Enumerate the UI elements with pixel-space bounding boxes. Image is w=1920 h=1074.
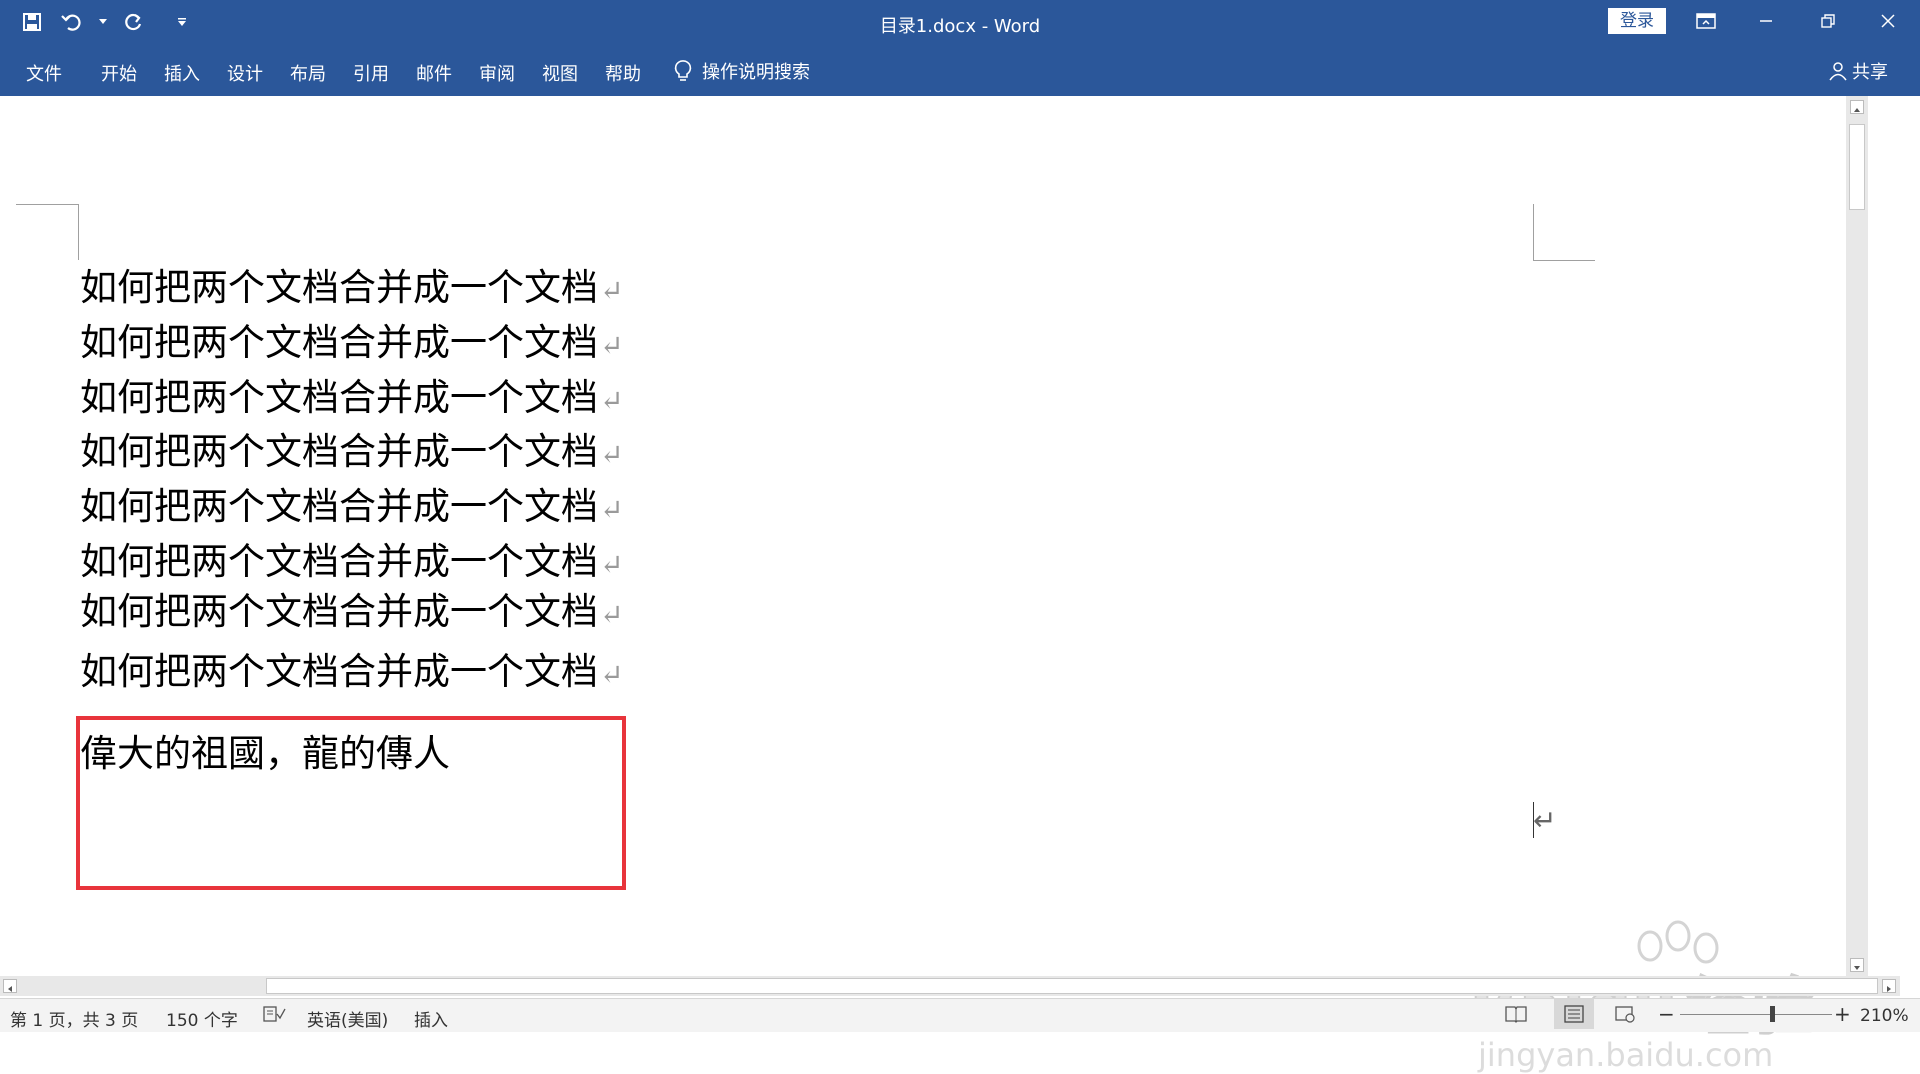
- vertical-scrollbar[interactable]: [1846, 96, 1868, 976]
- watermark-url: jingyan.baidu.com: [1478, 1036, 1774, 1074]
- paragraph-mark: ↵: [600, 493, 624, 526]
- document-line: 如何把两个文档合并成一个文档↵: [80, 540, 624, 583]
- title-bar: 目录1.docx - Word 登录: [0, 0, 1920, 46]
- read-mode-icon[interactable]: [1505, 1004, 1527, 1029]
- tab-design[interactable]: 设计: [227, 60, 263, 86]
- tab-insert[interactable]: 插入: [164, 60, 200, 86]
- minimize-icon[interactable]: [1736, 0, 1796, 42]
- word-count[interactable]: 150 个字: [166, 1006, 238, 1031]
- restore-icon[interactable]: [1798, 0, 1858, 42]
- tab-view[interactable]: 视图: [542, 60, 578, 86]
- proofing-icon[interactable]: [262, 1005, 286, 1028]
- tab-layout[interactable]: 布局: [290, 60, 326, 86]
- scroll-up-arrow[interactable]: [1850, 100, 1864, 114]
- document-line: 如何把两个文档合并成一个文档↵: [80, 650, 624, 693]
- paragraph-mark: ↵: [600, 548, 624, 581]
- share-button[interactable]: 共享: [1828, 58, 1888, 84]
- page-count[interactable]: 第 1 页，共 3 页: [10, 1006, 138, 1031]
- margin-corner-top-left: [16, 204, 78, 205]
- scroll-down-arrow[interactable]: [1850, 958, 1864, 972]
- paragraph-mark: ↵: [600, 384, 624, 417]
- ribbon-tabs: 文件 开始 插入 设计 布局 引用 邮件 审阅 视图 帮助 操作说明搜索 共享: [0, 46, 1920, 96]
- login-button[interactable]: 登录: [1608, 8, 1666, 34]
- tab-home[interactable]: 开始: [101, 60, 137, 86]
- insert-mode[interactable]: 插入: [414, 1006, 448, 1031]
- horizontal-scrollbar[interactable]: [0, 976, 1900, 996]
- end-paragraph-mark: ↵: [1533, 804, 1557, 837]
- document-line: 如何把两个文档合并成一个文档↵: [80, 485, 624, 528]
- language-indicator[interactable]: 英语(美国): [307, 1006, 388, 1031]
- zoom-slider-track[interactable]: [1680, 1014, 1832, 1015]
- zoom-slider-thumb[interactable]: [1770, 1006, 1775, 1022]
- text-cursor: [1533, 802, 1534, 838]
- scroll-right-arrow[interactable]: [1882, 979, 1896, 993]
- status-bar: 第 1 页，共 3 页 150 个字 英语(美国) 插入 − + 210%: [0, 998, 1920, 1032]
- zoom-in-icon[interactable]: +: [1834, 1002, 1851, 1026]
- document-line: 如何把两个文档合并成一个文档↵: [80, 430, 624, 473]
- zoom-level[interactable]: 210%: [1860, 1006, 1909, 1026]
- print-layout-icon[interactable]: [1554, 999, 1594, 1029]
- document-line: 如何把两个文档合并成一个文档↵: [80, 266, 624, 309]
- tell-me-search[interactable]: 操作说明搜索: [674, 58, 810, 84]
- web-layout-icon[interactable]: [1614, 1004, 1636, 1029]
- paragraph-mark: ↵: [600, 658, 624, 691]
- red-highlight-box: [76, 716, 626, 890]
- tab-file[interactable]: 文件: [26, 60, 62, 86]
- paragraph-mark: ↵: [600, 274, 624, 307]
- document-line: 如何把两个文档合并成一个文档↵: [80, 376, 624, 419]
- lightbulb-icon: [674, 60, 692, 81]
- close-icon[interactable]: [1858, 0, 1918, 42]
- document-line: 如何把两个文档合并成一个文档↵: [80, 321, 624, 364]
- tab-review[interactable]: 审阅: [479, 60, 515, 86]
- margin-corner-top-left-v: [78, 204, 79, 260]
- person-icon: [1829, 62, 1847, 81]
- margin-corner-top-right: [1533, 260, 1595, 261]
- document-line: 如何把两个文档合并成一个文档↵: [80, 590, 624, 633]
- tab-help[interactable]: 帮助: [605, 60, 641, 86]
- ribbon-display-options-icon[interactable]: [1676, 0, 1736, 42]
- paragraph-mark: ↵: [600, 598, 624, 631]
- tell-me-label: 操作说明搜索: [702, 62, 810, 83]
- paragraph-mark: ↵: [600, 329, 624, 362]
- margin-corner-top-right-v: [1533, 204, 1534, 260]
- paragraph-mark: ↵: [600, 438, 624, 471]
- share-label: 共享: [1852, 62, 1888, 83]
- vertical-scroll-thumb[interactable]: [1849, 124, 1865, 210]
- tab-mailings[interactable]: 邮件: [416, 60, 452, 86]
- document-canvas[interactable]: 如何把两个文档合并成一个文档↵ 如何把两个文档合并成一个文档↵ 如何把两个文档合…: [0, 96, 1846, 1074]
- zoom-out-icon[interactable]: −: [1658, 1002, 1675, 1026]
- horizontal-scroll-thumb[interactable]: [266, 978, 1878, 994]
- tab-references[interactable]: 引用: [353, 60, 389, 86]
- scroll-left-arrow[interactable]: [3, 979, 17, 993]
